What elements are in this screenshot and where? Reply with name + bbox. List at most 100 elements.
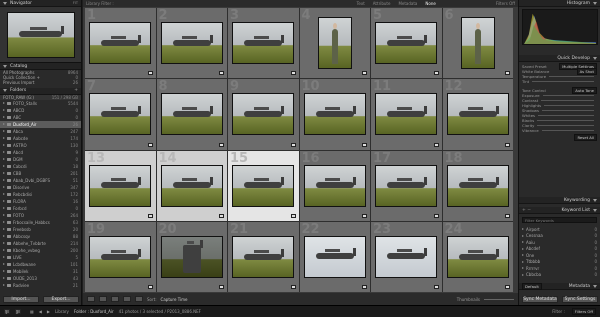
grid-cell[interactable]: 4 xyxy=(299,8,370,79)
disclosure-triangle-icon[interactable] xyxy=(3,256,5,259)
folder-item[interactable]: Abbcsqv 88 xyxy=(0,233,81,240)
grid-cell[interactable]: 16 xyxy=(299,150,370,221)
zoom-fit[interactable]: FIT xyxy=(73,1,78,5)
metadata-badge-icon[interactable] xyxy=(290,285,296,289)
folder-item[interactable]: DGM 0 xyxy=(0,156,81,163)
page-2-button[interactable]: 2 xyxy=(15,309,21,315)
back-icon[interactable]: ◀ xyxy=(39,309,42,314)
sync-metadata-button[interactable]: Sync Metadata xyxy=(522,296,558,303)
folder-item[interactable]: Aabcde 174 xyxy=(0,135,81,142)
grid-cell[interactable]: 7 xyxy=(85,79,156,150)
metadata-badge-icon[interactable] xyxy=(433,142,439,147)
quick-develop-header[interactable]: Quick Develop xyxy=(519,55,600,62)
sync-settings-button[interactable]: Sync Settings xyxy=(562,296,598,303)
grid-cell[interactable]: 2 xyxy=(156,8,227,79)
disclosure-triangle-icon[interactable] xyxy=(3,228,5,231)
folder-item[interactable]: ABCD 0 xyxy=(0,107,81,114)
filter-none[interactable]: None xyxy=(425,1,435,6)
metadata-badge-icon[interactable] xyxy=(147,285,153,289)
disclosure-triangle-icon[interactable] xyxy=(522,273,524,276)
grid-cell[interactable]: 23 xyxy=(371,221,442,292)
grid-cell[interactable]: 8 xyxy=(156,79,227,150)
disclosure-triangle-icon[interactable] xyxy=(3,109,5,112)
metadata-badge-icon[interactable] xyxy=(505,142,510,147)
grid-cell[interactable]: 22 xyxy=(299,221,370,292)
metadata-badge-icon[interactable] xyxy=(362,285,367,289)
disclosure-triangle-icon[interactable] xyxy=(3,263,5,266)
metadata-badge-icon[interactable] xyxy=(362,142,367,147)
grid-cell[interactable]: 20 xyxy=(156,221,227,292)
grid-cell[interactable]: 17 xyxy=(371,150,442,221)
auto-tone-button[interactable]: Auto Tone xyxy=(572,87,597,94)
metadata-badge-icon[interactable] xyxy=(219,213,224,218)
painter-icon[interactable] xyxy=(135,296,143,302)
disclosure-triangle-icon[interactable] xyxy=(3,130,5,133)
page-1-button[interactable]: 1 xyxy=(4,309,10,315)
disclosure-triangle-icon[interactable] xyxy=(522,260,524,263)
folder-item[interactable]: Freebssb 20 xyxy=(0,226,81,233)
white-balance-select[interactable]: As Shot xyxy=(576,68,597,75)
folder-item[interactable]: Radviee 21 xyxy=(0,282,81,289)
folder-item[interactable]: ASTRO 130 xyxy=(0,142,81,149)
metadata-badge-icon[interactable] xyxy=(362,71,367,76)
folder-item[interactable]: FOTO_Stalls 5544 xyxy=(0,100,81,107)
disclosure-triangle-icon[interactable] xyxy=(522,234,524,237)
disclosure-triangle-icon[interactable] xyxy=(3,270,5,273)
metadata-badge-icon[interactable] xyxy=(290,213,296,218)
filters-off-select[interactable]: Filters Off xyxy=(496,1,515,6)
grid-cell[interactable]: 21 xyxy=(228,221,299,292)
folder-item[interactable]: Abab_Dvbi_DGBFS 51 xyxy=(0,177,81,184)
metadata-badge-icon[interactable] xyxy=(290,71,296,76)
reset-all-button[interactable]: Reset All xyxy=(574,134,597,141)
disclosure-triangle-icon[interactable] xyxy=(3,200,5,203)
folder-path[interactable]: Folder : Duxford_Air xyxy=(74,309,114,314)
grid-cell[interactable]: 3 xyxy=(228,8,299,79)
metadata-preset-select[interactable]: Default xyxy=(522,282,542,290)
navigator-preview[interactable] xyxy=(0,7,81,63)
disclosure-triangle-icon[interactable] xyxy=(522,241,524,244)
grid-cell[interactable]: 11 xyxy=(371,79,442,150)
disclosure-triangle-icon[interactable] xyxy=(3,284,5,287)
disclosure-triangle-icon[interactable] xyxy=(3,165,5,168)
disclosure-triangle-icon[interactable] xyxy=(3,179,5,182)
grid-cell[interactable]: 19 xyxy=(85,221,156,292)
survey-view-button[interactable] xyxy=(123,296,131,302)
disclosure-triangle-icon[interactable] xyxy=(3,193,5,196)
add-keyword-icon[interactable]: + − xyxy=(522,208,531,213)
grid-icon[interactable]: ▦ xyxy=(30,309,34,314)
metadata-badge-icon[interactable] xyxy=(147,213,153,218)
disclosure-triangle-icon[interactable] xyxy=(3,151,5,154)
folder-item[interactable]: Duxford_Air 26 xyxy=(0,120,81,128)
disclosure-triangle-icon[interactable] xyxy=(3,207,5,210)
loupe-view-button[interactable] xyxy=(99,296,107,302)
compare-view-button[interactable] xyxy=(111,296,119,302)
grid-cell[interactable]: 10 xyxy=(299,79,370,150)
export-button[interactable]: Export... xyxy=(43,296,79,303)
grid-cell[interactable]: 15 xyxy=(228,150,299,221)
metadata-badge-icon[interactable] xyxy=(219,71,224,76)
thumbnail-size-slider[interactable] xyxy=(484,298,514,300)
sort-select[interactable]: Capture Time xyxy=(161,297,188,302)
disclosure-triangle-icon[interactable] xyxy=(522,267,524,270)
metadata-badge-icon[interactable] xyxy=(505,285,510,289)
folder-item[interactable]: Rebcbdisi 172 xyxy=(0,191,81,198)
folder-item[interactable]: Disorive 347 xyxy=(0,184,81,191)
disclosure-triangle-icon[interactable] xyxy=(3,172,5,175)
import-button[interactable]: Import... xyxy=(3,296,39,303)
metadata-badge-icon[interactable] xyxy=(362,213,367,218)
disclosure-triangle-icon[interactable] xyxy=(3,123,5,126)
folder-item[interactable]: Abcd 9 xyxy=(0,149,81,156)
grid-cell[interactable]: 5 xyxy=(371,8,442,79)
disclosure-triangle-icon[interactable] xyxy=(3,249,5,252)
metadata-badge-icon[interactable] xyxy=(219,142,224,147)
grid-cell[interactable]: 13 xyxy=(85,150,156,221)
disclosure-triangle-icon[interactable] xyxy=(3,116,5,119)
grid-cell[interactable]: 14 xyxy=(156,150,227,221)
grid-cell[interactable]: 6 xyxy=(442,8,513,79)
folder-item[interactable]: Lcbdbwane 101 xyxy=(0,261,81,268)
grid-cell[interactable]: 24 xyxy=(442,221,513,292)
grid-view-button[interactable] xyxy=(87,296,95,302)
grid-cell[interactable]: 9 xyxy=(228,79,299,150)
folder-item[interactable]: Mobilek 31 xyxy=(0,268,81,275)
keywording-header[interactable]: Keywording xyxy=(519,197,600,204)
